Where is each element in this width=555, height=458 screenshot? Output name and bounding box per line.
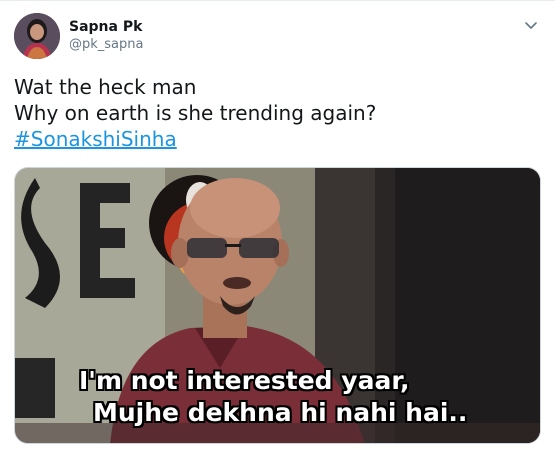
avatar[interactable] [14, 13, 60, 59]
tweet-text-line: Wat the heck man [14, 75, 197, 99]
tweet-text: Wat the heck man Why on earth is she tre… [14, 74, 376, 152]
chevron-down-icon[interactable] [523, 17, 539, 33]
hashtag-link[interactable]: #SonakshiSinha [14, 127, 177, 151]
user-display-name[interactable]: Sapna Pk [69, 19, 142, 35]
meme-caption-line2: Mujhe dekhna hi nahi hai.. [93, 398, 468, 427]
user-handle[interactable]: @pk_sapna [69, 37, 143, 52]
tweet-card: Sapna Pk @pk_sapna Wat the heck man Why … [0, 0, 555, 458]
tweet-text-line: Why on earth is she trending again? [14, 101, 377, 125]
tweet-media[interactable]: I'm not interested yaar, Mujhe dekhna hi… [14, 167, 541, 444]
meme-caption-line1: I'm not interested yaar, [79, 366, 410, 395]
